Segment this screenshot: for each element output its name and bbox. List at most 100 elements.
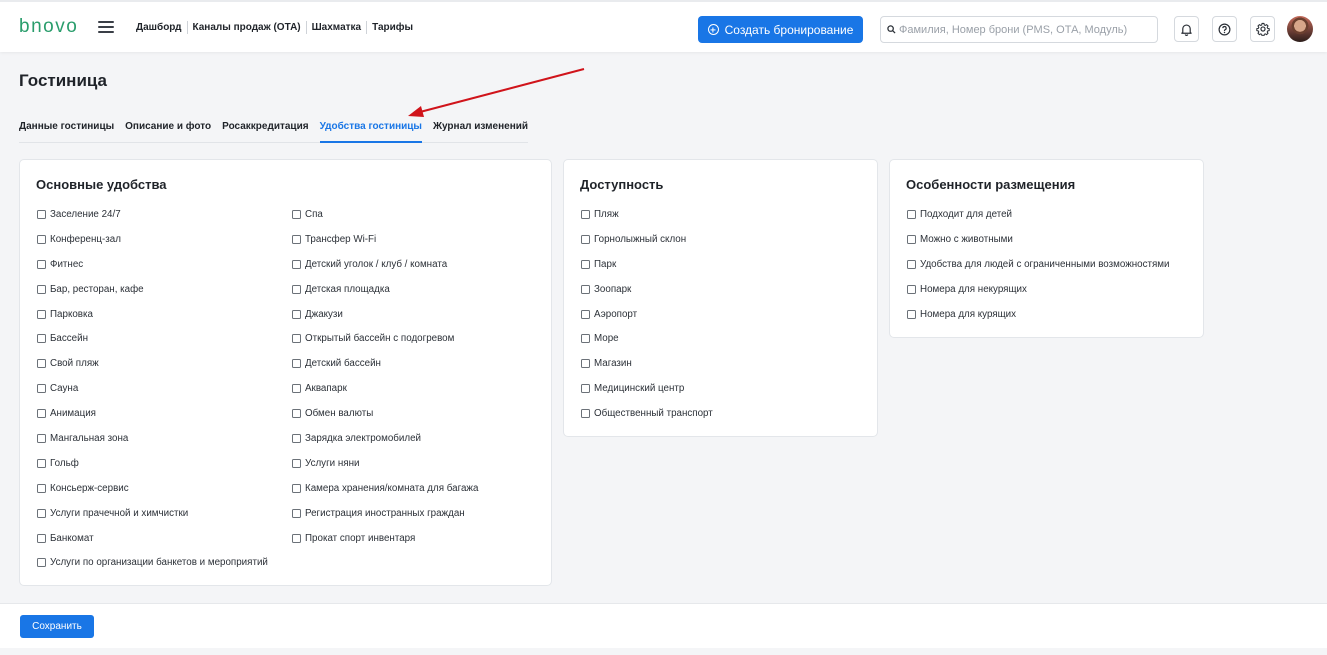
settings-button[interactable] (1250, 16, 1275, 42)
checkbox-box[interactable] (292, 234, 301, 244)
checkbox-box[interactable] (907, 309, 916, 319)
checkbox-box[interactable] (292, 359, 301, 369)
checkbox-box[interactable] (907, 234, 916, 244)
checkbox-box[interactable] (37, 259, 46, 269)
checkbox-box[interactable] (37, 309, 46, 319)
create-booking-button[interactable]: Создать бронирование (698, 16, 863, 43)
checkbox-box[interactable] (37, 359, 46, 369)
nav-rates[interactable]: Тарифы (367, 22, 418, 33)
checkbox-box[interactable] (292, 309, 301, 319)
checkbox-box[interactable] (581, 359, 590, 369)
amenity-checkbox[interactable]: Камера хранения/комната для багажа (292, 483, 478, 508)
amenity-checkbox[interactable]: Свой пляж (37, 358, 268, 383)
amenity-checkbox[interactable]: Услуги няни (292, 458, 478, 483)
checkbox-box[interactable] (292, 508, 301, 518)
amenity-checkbox[interactable]: Конференц-зал (37, 234, 268, 259)
nav-dashboard[interactable]: Дашборд (136, 22, 187, 33)
save-button[interactable]: Сохранить (20, 615, 94, 638)
checkbox-box[interactable] (37, 533, 46, 543)
checkbox-box[interactable] (581, 384, 590, 394)
amenity-checkbox[interactable]: Детский уголок / клуб / комната (292, 259, 478, 284)
amenity-checkbox[interactable]: Анимация (37, 408, 268, 433)
nav-sales-channels[interactable]: Каналы продаж (ОТА) (188, 22, 306, 33)
search-input[interactable] (899, 17, 1154, 42)
checkbox-box[interactable] (292, 533, 301, 543)
checkbox-box[interactable] (581, 284, 590, 294)
amenity-checkbox[interactable]: Детский бассейн (292, 358, 478, 383)
amenity-checkbox[interactable]: Мангальная зона (37, 433, 268, 458)
notifications-button[interactable] (1174, 16, 1199, 42)
logo[interactable]: bnovo (19, 16, 78, 38)
checkbox-box[interactable] (581, 234, 590, 244)
checkbox-box[interactable] (37, 434, 46, 444)
menu-icon[interactable] (98, 21, 114, 33)
tab-hotel-data[interactable]: Данные гостиницы (19, 119, 114, 143)
amenity-checkbox[interactable]: Детская площадка (292, 284, 478, 309)
amenity-checkbox[interactable]: Горнолыжный склон (581, 234, 713, 259)
checkbox-box[interactable] (581, 334, 590, 344)
checkbox-box[interactable] (292, 334, 301, 344)
amenity-checkbox[interactable]: Спа (292, 209, 478, 234)
amenity-checkbox[interactable]: Можно с животными (907, 234, 1170, 259)
checkbox-box[interactable] (292, 384, 301, 394)
amenity-checkbox[interactable]: Магазин (581, 358, 713, 383)
checkbox-box[interactable] (37, 508, 46, 518)
checkbox-box[interactable] (292, 409, 301, 419)
tab-change-log[interactable]: Журнал изменений (433, 119, 528, 143)
checkbox-box[interactable] (37, 558, 46, 568)
checkbox-box[interactable] (292, 458, 301, 468)
amenity-checkbox[interactable]: Сауна (37, 383, 268, 408)
checkbox-box[interactable] (37, 458, 46, 468)
checkbox-box[interactable] (37, 409, 46, 419)
checkbox-box[interactable] (37, 284, 46, 294)
amenity-checkbox[interactable]: Банкомат (37, 533, 268, 558)
amenity-checkbox[interactable]: Открытый бассейн с подогревом (292, 333, 478, 358)
tab-description-photos[interactable]: Описание и фото (125, 119, 211, 143)
checkbox-box[interactable] (581, 259, 590, 269)
amenity-checkbox[interactable]: Фитнес (37, 259, 268, 284)
amenity-checkbox[interactable]: Море (581, 333, 713, 358)
amenity-checkbox[interactable]: Номера для некурящих (907, 284, 1170, 309)
checkbox-box[interactable] (581, 210, 590, 219)
amenity-checkbox[interactable]: Пляж (581, 209, 713, 234)
help-button[interactable] (1212, 16, 1237, 42)
tab-accreditation[interactable]: Росаккредитация (222, 119, 308, 143)
checkbox-box[interactable] (907, 284, 916, 294)
amenity-checkbox[interactable]: Зарядка электромобилей (292, 433, 478, 458)
amenity-checkbox[interactable]: Услуги прачечной и химчистки (37, 508, 268, 533)
checkbox-box[interactable] (581, 309, 590, 319)
checkbox-box[interactable] (907, 210, 916, 219)
checkbox-box[interactable] (292, 210, 301, 219)
checkbox-box[interactable] (292, 259, 301, 269)
checkbox-box[interactable] (37, 384, 46, 394)
checkbox-box[interactable] (907, 259, 916, 269)
avatar[interactable] (1287, 16, 1313, 42)
checkbox-box[interactable] (37, 334, 46, 344)
tab-hotel-amenities[interactable]: Удобства гостиницы (319, 119, 422, 143)
amenity-checkbox[interactable]: Бассейн (37, 333, 268, 358)
checkbox-box[interactable] (37, 234, 46, 244)
amenity-checkbox[interactable]: Зоопарк (581, 284, 713, 309)
amenity-checkbox[interactable]: Трансфер Wi-Fi (292, 234, 478, 259)
amenity-checkbox[interactable]: Гольф (37, 458, 268, 483)
amenity-checkbox[interactable]: Подходит для детей (907, 209, 1170, 234)
amenity-checkbox[interactable]: Консьерж-сервис (37, 483, 268, 508)
amenity-checkbox[interactable]: Номера для курящих (907, 309, 1170, 334)
amenity-checkbox[interactable]: Общественный транспорт (581, 408, 713, 433)
checkbox-box[interactable] (292, 434, 301, 444)
nav-chessboard[interactable]: Шахматка (307, 22, 366, 33)
checkbox-box[interactable] (581, 409, 590, 419)
amenity-checkbox[interactable]: Бар, ресторан, кафе (37, 284, 268, 309)
amenity-checkbox[interactable]: Обмен валюты (292, 408, 478, 433)
amenity-checkbox[interactable]: Джакузи (292, 309, 478, 334)
amenity-checkbox[interactable]: Услуги по организации банкетов и меропри… (37, 557, 268, 582)
amenity-checkbox[interactable]: Парк (581, 259, 713, 284)
checkbox-box[interactable] (37, 483, 46, 493)
checkbox-box[interactable] (292, 284, 301, 294)
amenity-checkbox[interactable]: Удобства для людей с ограниченными возмо… (907, 259, 1170, 284)
amenity-checkbox[interactable]: Заселение 24/7 (37, 209, 268, 234)
amenity-checkbox[interactable]: Парковка (37, 309, 268, 334)
checkbox-box[interactable] (292, 483, 301, 493)
checkbox-box[interactable] (37, 210, 46, 219)
amenity-checkbox[interactable]: Аквапарк (292, 383, 478, 408)
